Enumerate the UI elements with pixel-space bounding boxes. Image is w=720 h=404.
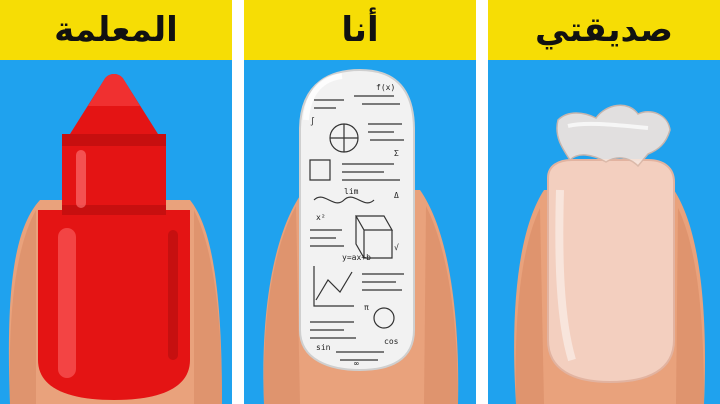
formula-mark: f(x) xyxy=(376,83,395,92)
math-formula-nail-illustration: f(x) ∫ Σ x² y=ax+b √ π sin cos lim Δ ∞ xyxy=(244,60,476,404)
formula-mark: π xyxy=(364,303,369,312)
panel-me: أنا f(x) ∫ Σ x² y=ax+b √ π sin cos lim Δ… xyxy=(244,0,476,404)
label-bar: صديقتي xyxy=(488,0,720,60)
panel-friend: صديقتي xyxy=(488,0,720,404)
formula-mark: y=ax+b xyxy=(342,253,371,262)
formula-mark: ∫ xyxy=(310,117,315,126)
panel-label: المعلمة xyxy=(54,10,178,50)
label-bar: المعلمة xyxy=(0,0,232,60)
formula-mark: x² xyxy=(316,213,326,222)
panel-label: أنا xyxy=(341,10,379,50)
thumbnail: المعلمة أنا f(x) ∫ Σ x² y=ax+b √ π sin c… xyxy=(0,0,720,404)
formula-mark: √ xyxy=(394,243,399,252)
panel-divider xyxy=(476,0,488,404)
formula-mark: sin xyxy=(316,343,331,352)
panel-divider xyxy=(232,0,244,404)
formula-mark: lim xyxy=(344,187,359,196)
formula-mark: cos xyxy=(384,337,399,346)
formula-mark: Δ xyxy=(394,191,399,200)
formula-mark: ∞ xyxy=(354,359,359,368)
panel-label: صديقتي xyxy=(534,10,673,50)
panel-teacher: المعلمة xyxy=(0,0,232,404)
red-lipstick-nail-illustration xyxy=(0,60,232,404)
label-bar: أنا xyxy=(244,0,476,60)
formula-mark: Σ xyxy=(394,149,399,158)
peeling-bare-nail-illustration xyxy=(488,60,720,404)
